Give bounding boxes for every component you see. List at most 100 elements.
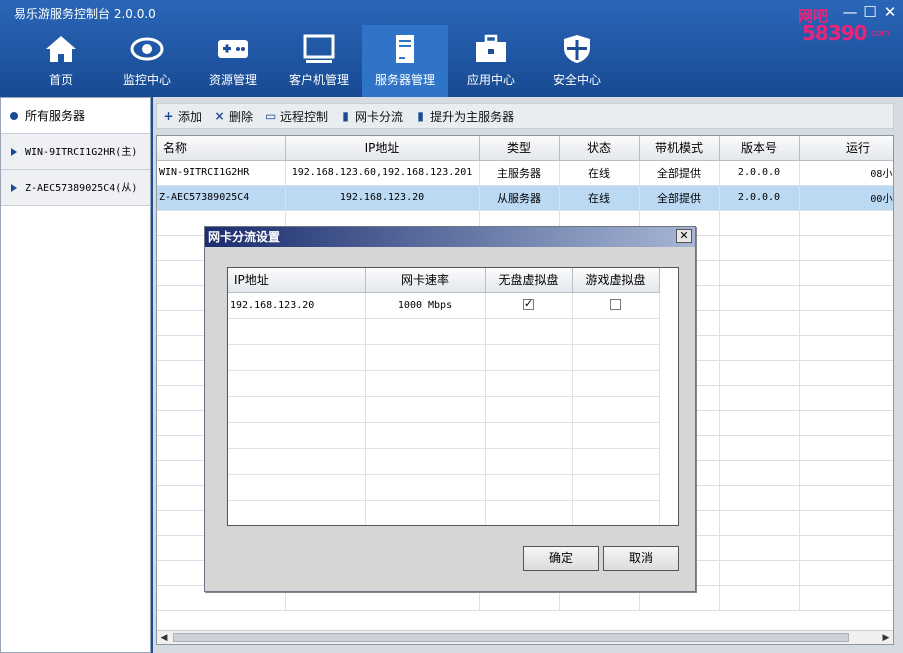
column-header[interactable]: 网卡速率 [365, 268, 486, 293]
column-header[interactable]: 无盘虚拟盘 [485, 268, 573, 293]
shield-icon [564, 35, 590, 63]
tree-item-label: Z-AEC57389025C4(从) [25, 183, 138, 194]
nav-monitor-center[interactable]: 监控中心 [104, 25, 190, 97]
nav-label: 服务器管理 [374, 73, 435, 87]
server-tree-panel: 所有服务器 WIN-9ITRCI1G2HR(主) Z-AEC57389025C4… [0, 97, 151, 653]
nic-split-dialog: 网卡分流设置 ✕ IP地址 网卡速率 无盘虚拟盘 游戏虚拟盘 192.168.1… [204, 226, 696, 592]
button-label: 提升为主服务器 [430, 109, 515, 124]
close-button[interactable]: ✕ [880, 3, 900, 21]
cell-type: 从服务器 [479, 185, 560, 211]
tree-item-label: WIN-9ITRCI1G2HR(主) [25, 147, 138, 158]
promote-master-button[interactable]: ▮ 提升为主服务器 [415, 108, 514, 125]
cell-name: WIN-9ITRCI1G2HR [157, 160, 286, 186]
delete-x-icon: × [214, 108, 225, 123]
toolbox-icon [476, 34, 506, 62]
nav-app-center[interactable]: 应用中心 [448, 25, 534, 97]
scrollbar-thumb[interactable] [173, 633, 849, 642]
cell-uptime: 08小时 0 [799, 160, 893, 186]
column-header[interactable]: 运行 [799, 136, 893, 161]
cancel-button[interactable]: 取消 [603, 546, 679, 571]
column-header[interactable]: IP地址 [285, 136, 480, 161]
column-header[interactable]: 状态 [559, 136, 640, 161]
nav-server-management[interactable]: 服务器管理 [362, 25, 448, 97]
nav-security-center[interactable]: 安全中心 [534, 25, 620, 97]
cell-diskless [485, 292, 573, 319]
button-label: 网卡分流 [355, 109, 404, 124]
cell-version: 2.0.0.0 [719, 160, 800, 186]
table-row-empty [228, 396, 660, 423]
nav-client-management[interactable]: 客户机管理 [276, 25, 362, 97]
cell-mode: 全部提供 [639, 160, 720, 186]
nic-icon: ▮ [342, 108, 349, 123]
add-server-button[interactable]: + 添加 [163, 108, 202, 125]
table-row-empty [228, 344, 660, 371]
button-label: 删除 [229, 109, 254, 124]
plus-icon: + [163, 108, 174, 123]
table-row[interactable]: WIN-9ITRCI1G2HR 192.168.123.60,192.168.1… [157, 160, 893, 186]
cell-status: 在线 [559, 185, 640, 211]
tree-item-all-servers[interactable]: 所有服务器 [1, 98, 150, 134]
cell-status: 在线 [559, 160, 640, 186]
table-row-empty [228, 370, 660, 397]
tree-item-server[interactable]: Z-AEC57389025C4(从) [1, 170, 150, 206]
nav-label: 监控中心 [122, 73, 171, 87]
column-header[interactable]: 名称 [157, 136, 286, 161]
remote-control-button[interactable]: ▭ 远程控制 [265, 108, 328, 125]
nav-label: 首页 [48, 73, 73, 87]
nav-label: 客户机管理 [288, 73, 349, 87]
nav-home[interactable]: 首页 [18, 25, 104, 97]
horizontal-scrollbar[interactable]: ◀ ▶ [157, 630, 893, 644]
watermark-line-3: .com [868, 29, 891, 39]
nav-label: 应用中心 [466, 73, 515, 87]
bullet-icon [10, 112, 18, 120]
main-nav: 首页 监控中心 资源管理 客户机管理 服务器管理 应用中心 安全中心 [18, 25, 620, 97]
cell-type: 主服务器 [479, 160, 560, 186]
cell-ip: 192.168.123.60,192.168.123.201 [285, 160, 480, 186]
server-small-icon: ▮ [417, 108, 424, 123]
column-header[interactable]: 版本号 [719, 136, 800, 161]
minimize-button[interactable]: — [840, 3, 860, 21]
table-header-row: IP地址 网卡速率 无盘虚拟盘 游戏虚拟盘 [228, 268, 660, 293]
remote-desktop-icon: ▭ [265, 108, 277, 123]
table-row[interactable]: Z-AEC57389025C4 192.168.123.20 从服务器 在线 全… [157, 185, 893, 211]
cell-speed: 1000 Mbps [365, 292, 486, 319]
dialog-close-icon[interactable]: ✕ [676, 229, 692, 243]
table-row-empty [228, 474, 660, 501]
expand-arrow-icon[interactable] [11, 184, 17, 192]
table-row-empty [228, 448, 660, 475]
expand-arrow-icon[interactable] [11, 148, 17, 156]
watermark-line-2: 58390 [802, 21, 868, 45]
maximize-button[interactable]: ☐ [860, 3, 880, 21]
button-label: 添加 [178, 109, 203, 124]
nav-resource-management[interactable]: 资源管理 [190, 25, 276, 97]
window-title: 易乐游服务控制台 2.0.0.0 [14, 7, 156, 21]
nav-label: 安全中心 [552, 73, 601, 87]
server-icon [396, 35, 414, 63]
dialog-title-bar[interactable]: 网卡分流设置 ✕ [205, 227, 695, 247]
button-label: 远程控制 [280, 109, 329, 124]
column-header[interactable]: IP地址 [228, 268, 366, 293]
delete-server-button[interactable]: × 删除 [214, 108, 253, 125]
nic-split-button[interactable]: ▮ 网卡分流 [340, 108, 403, 125]
cell-uptime: 00小时 0 [799, 185, 893, 211]
monitor-icon [303, 34, 335, 63]
nav-label: 资源管理 [208, 73, 257, 87]
cell-ip: 192.168.123.20 [285, 185, 480, 211]
top-navigation-bar: 易乐游服务控制台 2.0.0.0 网吧 58390 .com — ☐ ✕ 首页 … [0, 0, 903, 97]
game-disk-checkbox[interactable] [610, 299, 621, 311]
scroll-right-icon[interactable]: ▶ [879, 631, 893, 644]
column-header[interactable]: 游戏虚拟盘 [572, 268, 660, 293]
tree-item-server[interactable]: WIN-9ITRCI1G2HR(主) [1, 134, 150, 170]
home-icon [46, 36, 76, 62]
table-row[interactable]: 192.168.123.20 1000 Mbps [228, 292, 660, 319]
scroll-left-icon[interactable]: ◀ [157, 631, 171, 644]
table-row-empty [228, 500, 660, 525]
column-header[interactable]: 类型 [479, 136, 560, 161]
tree-item-label: 所有服务器 [25, 109, 86, 123]
ok-button[interactable]: 确定 [523, 546, 599, 571]
column-header[interactable]: 带机模式 [639, 136, 720, 161]
dialog-title: 网卡分流设置 [208, 230, 281, 244]
diskless-checkbox[interactable] [523, 297, 534, 311]
cell-ip: 192.168.123.20 [228, 292, 366, 319]
table-row-empty [228, 318, 660, 345]
